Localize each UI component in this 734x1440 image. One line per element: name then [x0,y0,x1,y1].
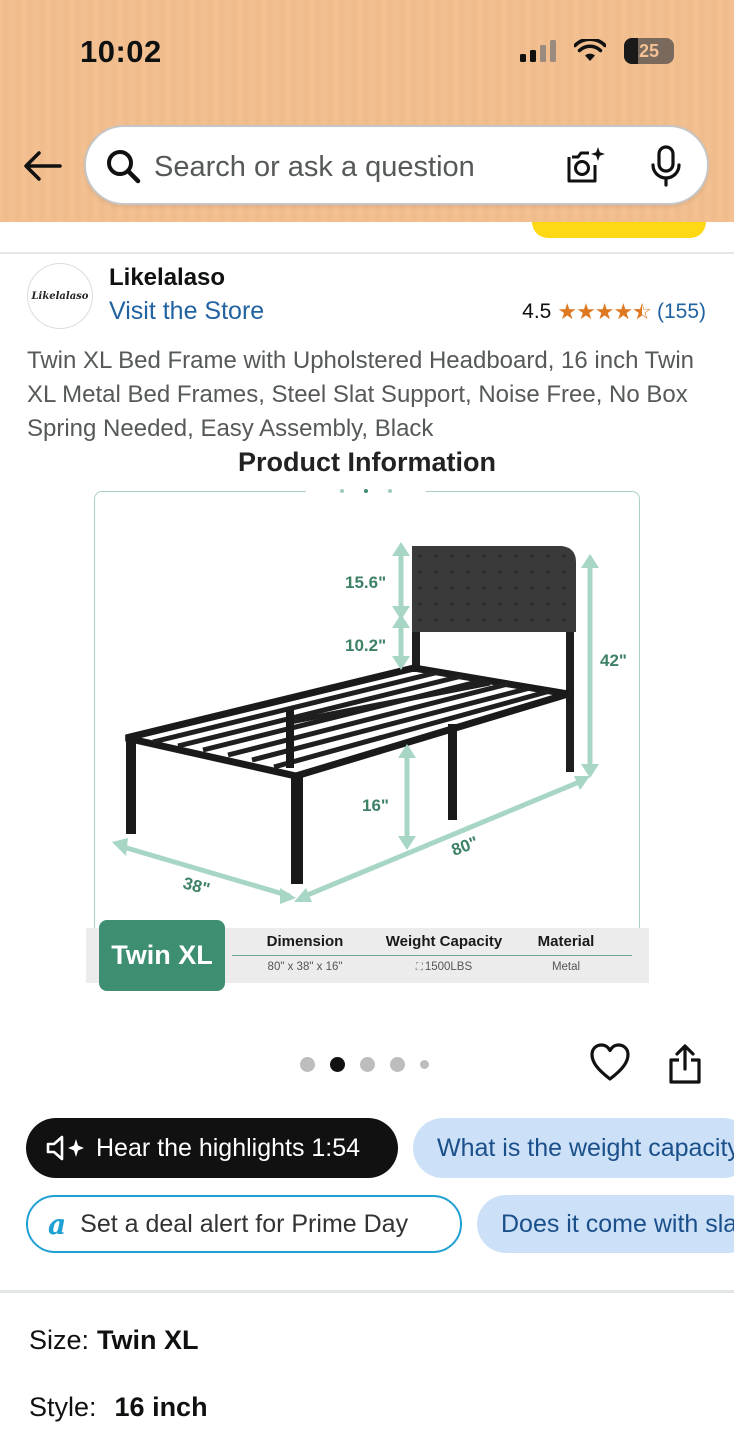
star-rating-icon: ★★★★☆★ [557,299,652,324]
camera-search-icon[interactable] [565,145,607,187]
rating-value: 4.5 [522,300,552,323]
deal-alert-button[interactable]: a Set a deal alert for Prime Day [26,1195,462,1253]
search-bar[interactable]: Search or ask a question [84,125,709,205]
carousel-dot-active[interactable] [330,1057,345,1072]
suggested-question-chip[interactable]: Does it come with slats? [477,1195,734,1253]
carousel-indicator[interactable] [300,1057,429,1072]
spec-label: Weight Capacity [385,933,503,950]
spec-label: Material [537,933,595,950]
carousel-dot[interactable] [390,1057,405,1072]
spec-value: ⛶ 1500LBS [415,961,473,973]
visit-store-link[interactable]: Visit the Store [109,297,264,326]
image-frame-dots [306,482,426,500]
divider [0,252,734,254]
hear-highlights-button[interactable]: Hear the highlights 1:54 [26,1118,398,1178]
search-icon [107,150,141,184]
microphone-icon[interactable] [649,145,683,187]
search-input[interactable]: Search or ask a question [154,151,475,184]
spec-weight: Weight Capacity ⛶ 1500LBS [372,933,516,973]
dim-headboard-gap: 10.2" [345,636,386,655]
weight-icon: ⛶ [415,962,423,973]
bed-frame-image[interactable]: 15.6" 10.2" 42" 16" 80" 38" [95,500,640,920]
back-button[interactable] [20,146,64,186]
status-icons: 25 [520,38,674,64]
battery-level: 25 [638,40,660,61]
size-value: Twin XL [97,1325,199,1355]
style-selector[interactable]: Style: 16 inch [29,1392,208,1423]
image-heading: Product Information [238,447,496,477]
size-badge: Twin XL [99,920,225,991]
carousel-dot[interactable] [300,1057,315,1072]
deal-alert-label: Set a deal alert for Prime Day [80,1209,409,1238]
signal-icon [520,40,556,62]
rating-count[interactable]: (155) [657,300,706,324]
spec-label: Dimension [266,933,344,950]
carousel-dot[interactable] [420,1060,429,1069]
dim-total-height: 42" [600,651,627,670]
carousel-dot[interactable] [360,1057,375,1072]
style-label: Style: [29,1392,97,1422]
status-time: 10:02 [80,34,162,69]
wifi-icon [574,39,606,61]
spec-dimension: Dimension 80" x 38" x 16" [244,933,366,973]
dim-clearance: 16" [362,796,389,815]
hear-highlights-label: Hear the highlights 1:54 [96,1133,361,1162]
size-selector[interactable]: Size: Twin XL [29,1325,199,1356]
back-arrow-icon [24,151,62,181]
rufus-icon: a [48,1207,67,1241]
battery-icon: 25 [624,38,674,64]
header-bar: 10:02 25 Search or ask a question [0,0,734,222]
heart-icon[interactable] [589,1042,631,1082]
dim-headboard-top: 15.6" [345,573,386,592]
brand-logo[interactable]: Likelalaso [27,263,93,329]
dim-width: 38" [181,874,212,899]
rating-summary[interactable]: 4.5 ★★★★☆★ (155) [522,299,706,325]
suggested-question-chip[interactable]: What is the weight capacity? [413,1118,734,1178]
spec-value: Metal [551,961,581,973]
style-value: 16 inch [114,1392,208,1422]
spec-value: 80" x 38" x 16" [267,961,343,973]
spec-material: Material Metal [522,933,610,973]
speaker-icon [46,1135,84,1161]
size-label: Size: [29,1325,90,1355]
brand-logo-text: Likelalaso [31,290,89,302]
add-to-cart-button-peek[interactable] [532,222,706,238]
share-icon[interactable] [667,1043,703,1085]
divider [0,1290,734,1293]
product-title: Twin XL Bed Frame with Upholstered Headb… [27,347,695,442]
brand-name: Likelalaso [109,264,226,291]
